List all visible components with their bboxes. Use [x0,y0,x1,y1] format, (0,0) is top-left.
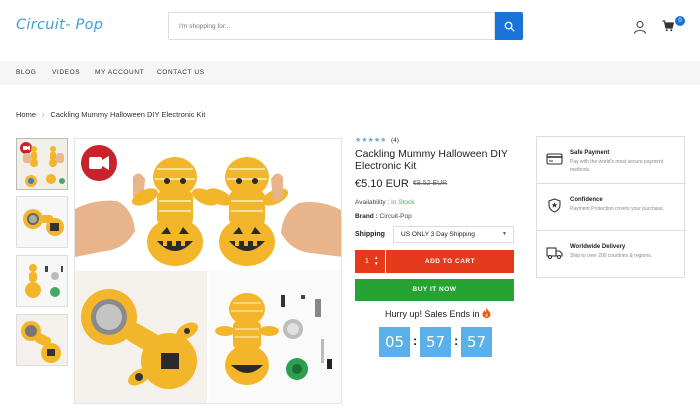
product-price: €5.10 EUR [355,178,409,190]
countdown-seconds: 57 [461,327,492,357]
feature-title: Safe Payment [570,150,610,156]
feature-worldwide-delivery: Worldwide Delivery Ship to over 200 coun… [537,231,686,278]
availability-label: Availability : [355,199,392,206]
feature-description: Ship to over 200 countries & regions. [570,253,652,259]
main-nav: BLOG VIDEOS MY ACCOUNT CONTACT US [0,61,700,85]
nav-item-videos[interactable]: VIDEOS [52,69,80,76]
feature-title: Confidence [570,197,603,203]
breadcrumb-home[interactable]: Home [16,110,36,119]
feature-confidence: Confidence Payment Protection covers you… [537,184,686,231]
product-title: Cackling Mummy Halloween DIY Electronic … [355,148,508,172]
add-to-cart-button[interactable]: ADD TO CART [386,250,514,273]
site-logo[interactable]: Circuit- Pop [16,17,103,33]
countdown-separator: : [413,333,418,348]
nav-item-contact-us[interactable]: CONTACT US [157,69,205,76]
original-price: €8.52 EUR [413,180,448,187]
rating-stars[interactable]: ★★★★★ [355,136,386,144]
brand-value[interactable]: Circuit-Pop [380,213,412,220]
sale-countdown-text: Hurry up! Sales Ends in [384,309,480,319]
quantity-value: 1 [365,258,369,265]
truck-icon [546,247,563,259]
shipping-label: Shipping [355,231,385,238]
feature-safe-payment: Safe Payment Pay with the world's most s… [537,137,686,184]
main-product-image[interactable] [74,138,342,404]
countdown-separator: : [454,333,459,348]
search-icon [504,21,515,32]
credit-card-icon [546,153,563,165]
feature-description: Pay with the world's most secure payment… [570,159,664,173]
availability-status: In Stock [391,199,415,206]
search-input[interactable] [168,12,495,40]
feature-title: Worldwide Delivery [570,244,626,250]
fire-icon [482,308,491,318]
shield-icon [548,198,561,213]
cart-icon[interactable] [662,20,674,32]
cart-count-badge: 0 [675,16,685,26]
chevron-right-icon: › [42,112,45,119]
stepper-arrows-icon[interactable]: ▲ ▼ [374,255,378,267]
countdown-hours: 05 [379,327,410,357]
countdown-minutes: 57 [420,327,451,357]
nav-item-my-account[interactable]: MY ACCOUNT [95,69,144,76]
search-button[interactable] [495,12,523,40]
chevron-down-icon: ▼ [502,231,507,237]
thumbnail-2[interactable] [16,196,68,248]
thumbnail-4[interactable] [16,314,68,366]
countdown-timer: 05 : 57 : 57 [379,327,499,357]
review-count[interactable]: (4) [391,137,399,144]
thumbnail-1[interactable] [16,138,68,190]
brand-label: Brand : [355,213,380,220]
quantity-stepper[interactable]: 1 ▲ ▼ [355,250,385,273]
site-header: Circuit- Pop 0 [0,0,700,55]
sale-countdown-label: Hurry up! Sales Ends in [355,308,521,319]
store-features-panel: Safe Payment Pay with the world's most s… [536,136,686,278]
shipping-selected-value: US ONLY 3 Day Shipping [401,231,475,238]
breadcrumb-current: Cackling Mummy Halloween DIY Electronic … [50,110,206,119]
feature-description: Payment Protection covers your purchase. [570,206,665,212]
user-account-icon[interactable] [633,20,647,34]
thumbnail-3[interactable] [16,255,68,307]
breadcrumb: Home › Cackling Mummy Halloween DIY Electr… [16,110,205,119]
shipping-select[interactable]: US ONLY 3 Day Shipping ▼ [393,226,514,243]
nav-item-blog[interactable]: BLOG [16,69,36,76]
brand: Brand : Circuit-Pop [355,213,412,220]
availability: Availability : In Stock [355,199,415,206]
buy-it-now-button[interactable]: BUY IT NOW [355,279,514,301]
